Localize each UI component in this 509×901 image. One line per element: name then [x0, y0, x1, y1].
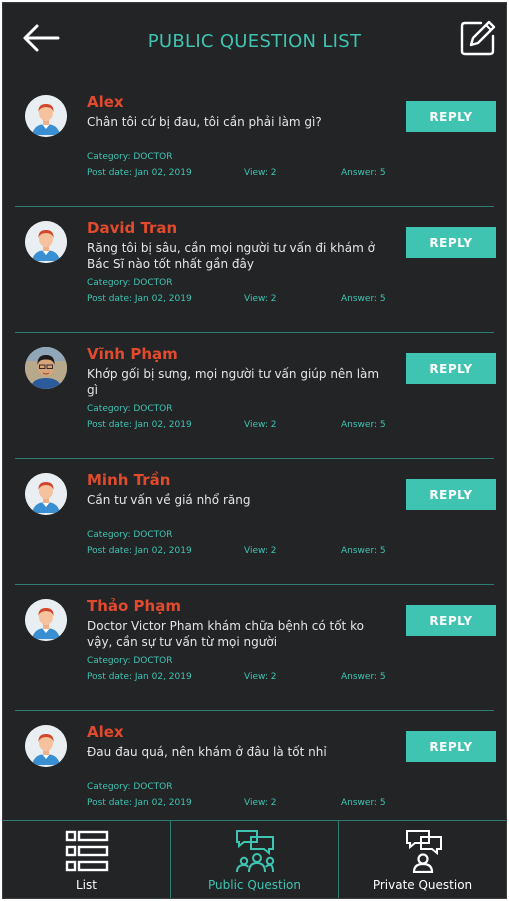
question-list: Alex Chân tôi cứ bị đau, tôi cần phải làm…: [3, 81, 506, 837]
tab-private-question[interactable]: Private Question: [338, 821, 506, 898]
view-count: View: 2: [244, 546, 277, 556]
question-meta: Post date: Jan 02, 2019 View: 2 Answer: 5: [87, 294, 397, 306]
answer-count: Answer: 5: [341, 294, 386, 304]
question-item[interactable]: Thảo Phạm Doctor Victor Pham khám chữa bệ…: [3, 585, 506, 711]
post-date: Post date: Jan 02, 2019: [87, 546, 192, 556]
bottom-tab-bar: List Public Question Private Question: [3, 820, 506, 898]
user-name: Vĩnh Phạm: [87, 345, 178, 363]
question-meta: Post date: Jan 02, 2019 View: 2 Answer: 5: [87, 546, 397, 558]
question-category: Category: DOCTOR: [87, 656, 173, 666]
view-count: View: 2: [244, 168, 277, 178]
page-title: PUBLIC QUESTION LIST: [147, 31, 362, 52]
view-count: View: 2: [244, 420, 277, 430]
reply-button[interactable]: REPLY: [406, 605, 496, 636]
post-date: Post date: Jan 02, 2019: [87, 168, 192, 178]
public-question-icon: [235, 830, 274, 873]
header: PUBLIC QUESTION LIST: [3, 3, 506, 81]
question-meta: Post date: Jan 02, 2019 View: 2 Answer: 5: [87, 420, 397, 432]
reply-button[interactable]: REPLY: [406, 227, 496, 258]
view-count: View: 2: [244, 798, 277, 808]
question-meta: Post date: Jan 02, 2019 View: 2 Answer: 5: [87, 798, 397, 810]
reply-button[interactable]: REPLY: [406, 479, 496, 510]
tab-public-question[interactable]: Public Question: [170, 821, 338, 898]
question-category: Category: DOCTOR: [87, 782, 173, 792]
view-count: View: 2: [244, 672, 277, 682]
question-item[interactable]: Vĩnh Phạm Khớp gối bị sưng, mọi người tư …: [3, 333, 506, 459]
question-meta: Post date: Jan 02, 2019 View: 2 Answer: 5: [87, 168, 397, 180]
question-text: Doctor Victor Pham khám chữa bệnh có tốt…: [87, 619, 364, 649]
avatar: [25, 725, 67, 767]
avatar: [25, 347, 67, 389]
tab-list-label: List: [76, 878, 97, 892]
question-text: Răng tôi bị sâu, cần mọi người tư vấn đi…: [87, 241, 375, 271]
list-icon: [65, 830, 108, 872]
question-text: Chân tôi cứ bị đau, tôi cần phải làm gì?: [87, 115, 322, 129]
edit-compose-icon[interactable]: [459, 19, 497, 57]
answer-count: Answer: 5: [341, 672, 386, 682]
question-item[interactable]: Alex Đau đau quá, nên khám ở đâu là tốt n…: [3, 711, 506, 837]
question-category: Category: DOCTOR: [87, 278, 173, 288]
answer-count: Answer: 5: [341, 798, 386, 808]
user-name: Alex: [87, 723, 124, 741]
answer-count: Answer: 5: [341, 168, 386, 178]
question-category: Category: DOCTOR: [87, 152, 173, 162]
question-category: Category: DOCTOR: [87, 404, 173, 414]
app-screen: PUBLIC QUESTION LIST Alex Chân tôi cứ bị …: [2, 2, 507, 899]
question-text: Cần tư vấn về giá nhổ răng: [87, 493, 251, 507]
avatar: [25, 599, 67, 641]
view-count: View: 2: [244, 294, 277, 304]
answer-count: Answer: 5: [341, 546, 386, 556]
avatar: [25, 221, 67, 263]
user-name: Alex: [87, 93, 124, 111]
reply-button[interactable]: REPLY: [406, 731, 496, 762]
question-category: Category: DOCTOR: [87, 530, 173, 540]
question-text: Đau đau quá, nên khám ở đâu là tốt nhỉ: [87, 745, 327, 759]
tab-list[interactable]: List: [3, 821, 170, 898]
tab-public-question-label: Public Question: [208, 878, 301, 892]
question-item[interactable]: David Tran Răng tôi bị sâu, cần mọi người…: [3, 207, 506, 333]
reply-button[interactable]: REPLY: [406, 101, 496, 132]
private-question-icon: [405, 830, 442, 873]
reply-button[interactable]: REPLY: [406, 353, 496, 384]
question-item[interactable]: Minh Trần Cần tư vấn về giá nhổ răng Categ…: [3, 459, 506, 585]
avatar: [25, 473, 67, 515]
post-date: Post date: Jan 02, 2019: [87, 294, 192, 304]
post-date: Post date: Jan 02, 2019: [87, 672, 192, 682]
post-date: Post date: Jan 02, 2019: [87, 798, 192, 808]
user-name: David Tran: [87, 219, 178, 237]
question-text: Khớp gối bị sưng, mọi người tư vấn giúp …: [87, 367, 380, 397]
answer-count: Answer: 5: [341, 420, 386, 430]
tab-private-question-label: Private Question: [372, 878, 473, 892]
user-name: Minh Trần: [87, 471, 171, 489]
user-name: Thảo Phạm: [87, 597, 181, 615]
question-item[interactable]: Alex Chân tôi cứ bị đau, tôi cần phải làm…: [3, 81, 506, 207]
avatar: [25, 95, 67, 137]
post-date: Post date: Jan 02, 2019: [87, 420, 192, 430]
question-meta: Post date: Jan 02, 2019 View: 2 Answer: 5: [87, 672, 397, 684]
